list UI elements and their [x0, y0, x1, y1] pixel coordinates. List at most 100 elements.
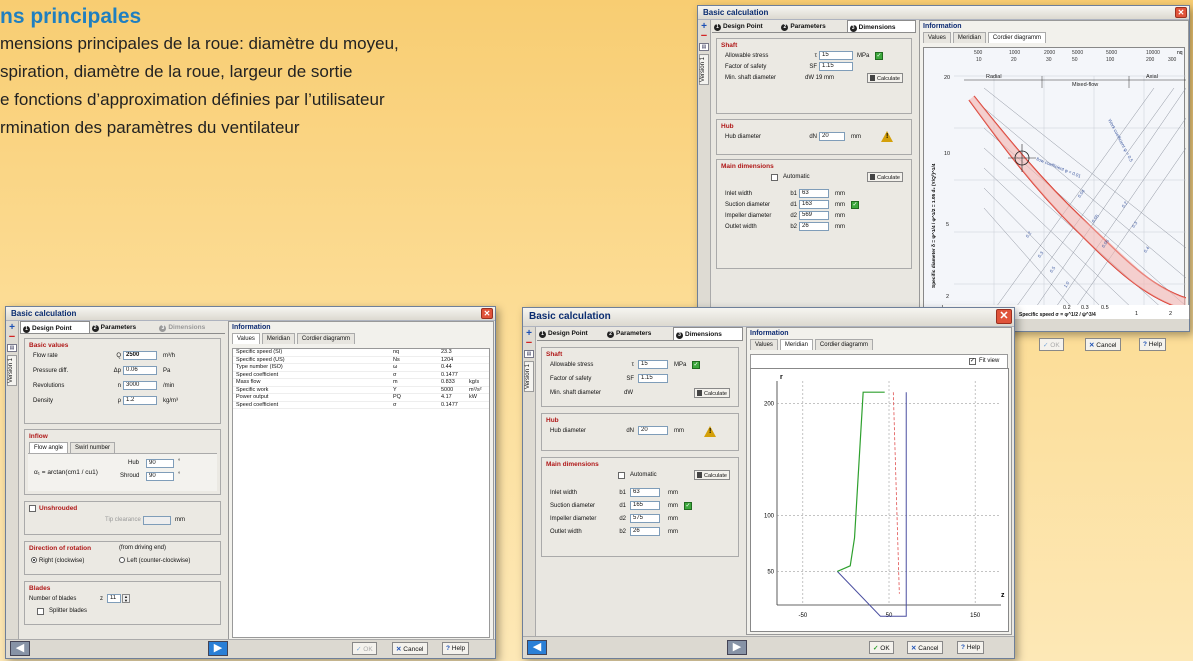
fit-view-checkbox[interactable]: ✓: [969, 358, 976, 365]
next-arrow-button[interactable]: ▶: [208, 641, 228, 656]
impeller-diameter-input[interactable]: 569: [799, 211, 829, 220]
safety-factor-input[interactable]: 1.15: [638, 374, 668, 383]
blade-count-input[interactable]: 11: [107, 594, 121, 603]
blade-count-stepper[interactable]: ▲ ▼: [122, 594, 130, 603]
remove-version-button[interactable]: −: [523, 338, 535, 349]
tab-parameters[interactable]: 2 Parameters: [605, 327, 673, 340]
tab-dimensions[interactable]: 3 Dimensions: [673, 327, 743, 340]
info-tabs: Values Meridian Cordier diagramm: [232, 333, 493, 344]
ok-button[interactable]: ✓ OK: [1039, 338, 1064, 351]
tab-meridian[interactable]: Meridian: [261, 333, 295, 344]
version-icon[interactable]: ▤: [524, 350, 534, 358]
tab-cordier[interactable]: Cordier diagramm: [296, 333, 355, 344]
outlet-width-input[interactable]: 26: [630, 527, 660, 536]
version-tab[interactable]: Version 1: [699, 54, 709, 86]
pressure-diff-input[interactable]: 0.06: [123, 366, 157, 375]
version-icon[interactable]: ▤: [7, 344, 17, 352]
safety-factor-input[interactable]: 1.15: [819, 62, 853, 71]
label: Suction diameter: [550, 503, 596, 509]
tab-dimensions[interactable]: 3 Dimensions: [157, 321, 225, 333]
cancel-button[interactable]: ✕ Cancel: [1085, 338, 1121, 351]
cancel-button[interactable]: ✕ Cancel: [907, 641, 943, 654]
nq-label: 10: [976, 57, 982, 63]
tab-design-point[interactable]: 1 Design Point: [712, 20, 779, 32]
symbol: SF: [809, 64, 817, 70]
unit: kg/m³: [163, 398, 178, 404]
tab-design-point[interactable]: 1 Design Point: [537, 327, 605, 340]
info-title: Information: [923, 23, 962, 30]
apply-icon[interactable]: ✓: [684, 502, 692, 510]
rotation-left-radio[interactable]: Left (counter-clockwise): [119, 557, 190, 564]
back-arrow-button[interactable]: ◀: [527, 640, 547, 655]
close-button[interactable]: ✕: [996, 309, 1012, 324]
automatic-checkbox[interactable]: [771, 174, 778, 181]
help-button[interactable]: ? Help: [1139, 338, 1167, 351]
close-button[interactable]: ✕: [481, 308, 493, 319]
shroud-angle-input[interactable]: 90: [146, 472, 174, 481]
label: Splitter blades: [49, 608, 88, 614]
window-title-bar: Basic calculation ✕: [523, 308, 1014, 327]
group-title: Direction of rotation: [29, 545, 92, 552]
apply-icon[interactable]: ✓: [692, 361, 700, 369]
outlet-width-input[interactable]: 26: [799, 222, 829, 231]
unshrouded-checkbox[interactable]: [29, 505, 36, 512]
close-button[interactable]: ✕: [1175, 7, 1187, 18]
remove-version-button[interactable]: −: [6, 332, 18, 343]
hub-group: Hub Hub diameter dN 20 mm: [716, 119, 912, 155]
tab-swirl-number[interactable]: Swirl number: [70, 442, 116, 453]
help-button[interactable]: ? Help: [957, 641, 985, 654]
hub-angle-input[interactable]: 90: [146, 459, 174, 468]
flow-rate-input[interactable]: 2500: [123, 351, 157, 360]
impeller-diameter-input[interactable]: 575: [630, 514, 660, 523]
calculate-button[interactable]: Calculate: [694, 388, 730, 398]
revolutions-input[interactable]: 3000: [123, 381, 157, 390]
hub-diameter-input[interactable]: 20: [819, 132, 845, 141]
inlet-width-input[interactable]: 63: [799, 189, 829, 198]
version-tab[interactable]: Version 1: [524, 361, 534, 393]
help-button[interactable]: ? Help: [442, 642, 470, 655]
apply-icon[interactable]: ✓: [851, 201, 859, 209]
tab-values[interactable]: Values: [750, 339, 778, 350]
next-arrow-button[interactable]: ▶: [727, 640, 747, 655]
tab-parameters[interactable]: 2 Parameters: [779, 20, 846, 32]
tab-cordier[interactable]: Cordier diagramm: [987, 32, 1046, 43]
cancel-button[interactable]: ✕ Cancel: [392, 642, 428, 655]
x-tick: 0.3: [1081, 305, 1089, 311]
hub-diameter-input[interactable]: 20: [638, 426, 668, 435]
inlet-width-input[interactable]: 63: [630, 488, 660, 497]
tab-flow-angle[interactable]: Flow angle: [29, 442, 69, 453]
splitter-blades-checkbox[interactable]: [37, 608, 44, 615]
tab-dimensions[interactable]: 3 Dimensions: [846, 20, 916, 32]
ok-button[interactable]: ✓ OK: [352, 642, 377, 655]
calculate-button[interactable]: Calculate: [867, 172, 903, 182]
calculate-button[interactable]: Calculate: [694, 470, 730, 480]
back-arrow-button[interactable]: ◀: [10, 641, 30, 656]
suction-diameter-input[interactable]: 165: [630, 501, 660, 510]
density-input[interactable]: 1.2: [123, 396, 157, 405]
tip-clearance-input[interactable]: [143, 516, 171, 525]
allowable-stress-input[interactable]: 15: [638, 360, 668, 369]
tab-meridian[interactable]: Meridian: [952, 32, 986, 43]
ok-button[interactable]: ✓ OK: [869, 641, 894, 654]
version-icon[interactable]: ▤: [699, 43, 709, 51]
tab-design-point[interactable]: 1 Design Point: [20, 321, 90, 333]
tab-parameters[interactable]: 2 Parameters: [90, 321, 158, 333]
calculate-button[interactable]: Calculate: [867, 73, 903, 83]
tab-cordier[interactable]: Cordier diagramm: [814, 339, 873, 350]
unit: mm: [835, 202, 845, 208]
suction-diameter-input[interactable]: 163: [799, 200, 829, 209]
label: Number of blades: [29, 596, 77, 602]
apply-icon[interactable]: ✓: [875, 52, 883, 60]
allowable-stress-input[interactable]: 15: [819, 51, 853, 60]
info-title: Information: [750, 330, 789, 337]
version-tab[interactable]: Version 1: [7, 355, 17, 387]
tab-values[interactable]: Values: [232, 333, 260, 344]
unit: mm: [835, 191, 845, 197]
automatic-checkbox[interactable]: [618, 472, 625, 479]
tab-meridian[interactable]: Meridian: [779, 339, 813, 350]
remove-version-button[interactable]: −: [698, 31, 710, 42]
rotation-right-radio[interactable]: Right (clockwise): [31, 557, 84, 564]
tab-values[interactable]: Values: [923, 32, 951, 43]
heading-line: spiration, diamètre de la roue, largeur …: [0, 62, 353, 81]
label: Tip clearance: [105, 517, 141, 523]
